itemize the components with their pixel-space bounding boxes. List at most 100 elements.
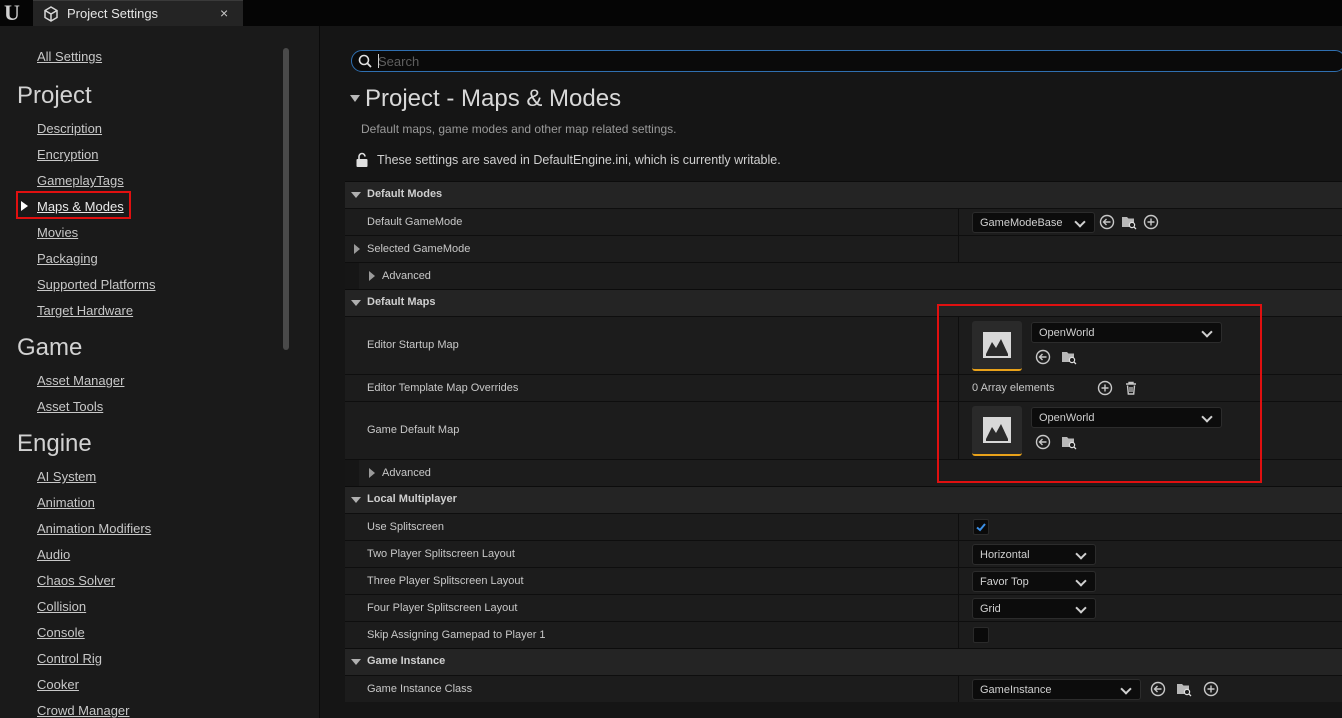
section-game-instance[interactable]: Game Instance [345, 648, 1342, 675]
search-input[interactable] [378, 52, 1278, 70]
use-selected-arrow-icon[interactable] [1099, 214, 1115, 230]
column-divider [958, 209, 959, 235]
two-player-layout-dropdown[interactable]: Horizontal [972, 544, 1096, 565]
sidebar-heading-project: Project [17, 82, 92, 109]
property-label: Advanced [382, 270, 431, 282]
expand-triangle-icon [369, 468, 375, 478]
checkmark-icon [976, 523, 986, 532]
property-label: Advanced [382, 467, 431, 479]
tab-bar: U Project Settings × [0, 0, 1342, 27]
property-label: Editor Template Map Overrides [367, 382, 519, 394]
unlock-icon[interactable] [355, 152, 369, 168]
chevron-down-icon [1120, 683, 1132, 695]
expand-triangle-icon [351, 192, 361, 198]
property-label: Use Splitscreen [367, 521, 445, 533]
row-selected-gamemode[interactable]: Selected GameMode [345, 235, 1342, 262]
sidebar-item-supported-platforms[interactable]: Supported Platforms [37, 277, 156, 292]
expand-triangle-icon [351, 497, 361, 503]
chevron-down-icon [1075, 602, 1087, 614]
sidebar-scrollbar[interactable] [283, 48, 289, 350]
row-default-gamemode: Default GameMode GameModeBase [345, 208, 1342, 235]
row-two-player-splitscreen: Two Player Splitscreen Layout Horizontal [345, 540, 1342, 567]
row-game-instance-class: Game Instance Class GameInstance [345, 675, 1342, 702]
expand-triangle-icon [351, 659, 361, 665]
chevron-down-icon [1075, 575, 1087, 587]
three-player-layout-dropdown[interactable]: Favor Top [972, 571, 1096, 592]
settings-sidebar: All Settings Project Description Encrypt… [0, 26, 320, 718]
row-four-player-splitscreen: Four Player Splitscreen Layout Grid [345, 594, 1342, 621]
highlight-box-default-maps [937, 304, 1262, 483]
sidebar-item-animation[interactable]: Animation [37, 495, 95, 510]
property-label: Game Instance Class [367, 683, 473, 695]
column-divider [958, 622, 959, 648]
sidebar-item-chaos-solver[interactable]: Chaos Solver [37, 573, 115, 588]
row-advanced-default-modes[interactable]: Advanced [345, 262, 1342, 289]
property-label: Four Player Splitscreen Layout [367, 602, 518, 614]
sidebar-item-asset-manager[interactable]: Asset Manager [37, 373, 124, 388]
column-divider [958, 676, 959, 702]
use-splitscreen-checkbox[interactable] [973, 519, 989, 535]
section-default-modes[interactable]: Default Modes [345, 181, 1342, 208]
sidebar-item-cooker[interactable]: Cooker [37, 677, 79, 692]
indent-gutter [345, 263, 359, 289]
close-icon[interactable]: × [220, 5, 228, 21]
sidebar-item-ai-system[interactable]: AI System [37, 469, 96, 484]
highlight-box-maps-and-modes [16, 191, 131, 219]
use-selected-arrow-icon[interactable] [1150, 681, 1166, 697]
search-box[interactable] [351, 50, 1342, 72]
search-icon [358, 54, 372, 68]
browse-folder-icon[interactable] [1121, 214, 1137, 230]
sidebar-item-crowd-manager[interactable]: Crowd Manager [37, 703, 130, 718]
game-instance-class-dropdown[interactable]: GameInstance [972, 679, 1141, 700]
property-label: Game Default Map [367, 424, 460, 436]
property-label: Editor Startup Map [367, 339, 459, 351]
sidebar-heading-engine: Engine [17, 430, 92, 457]
section-title: Default Modes [367, 188, 443, 200]
section-local-multiplayer[interactable]: Local Multiplayer [345, 486, 1342, 513]
row-three-player-splitscreen: Three Player Splitscreen Layout Favor To… [345, 567, 1342, 594]
collapse-triangle-icon[interactable] [350, 95, 360, 102]
sidebar-item-animation-modifiers[interactable]: Animation Modifiers [37, 521, 151, 536]
sidebar-item-movies[interactable]: Movies [37, 225, 78, 240]
row-skip-assigning-gamepad: Skip Assigning Gamepad to Player 1 [345, 621, 1342, 648]
four-player-layout-dropdown[interactable]: Grid [972, 598, 1096, 619]
text-caret [378, 54, 379, 68]
add-new-icon[interactable] [1203, 681, 1219, 697]
expand-triangle-icon [354, 244, 360, 254]
tab-title: Project Settings [67, 6, 159, 21]
add-new-icon[interactable] [1143, 214, 1159, 230]
column-divider [958, 595, 959, 621]
unreal-logo-icon[interactable]: U [4, 1, 30, 25]
sidebar-item-all-settings[interactable]: All Settings [37, 49, 102, 64]
property-label: Selected GameMode [367, 243, 471, 255]
section-title: Game Instance [367, 655, 446, 667]
column-divider [958, 541, 959, 567]
expand-triangle-icon [369, 271, 375, 281]
page-title: Project - Maps & Modes [365, 85, 622, 112]
config-save-note: These settings are saved in DefaultEngin… [377, 153, 781, 167]
sidebar-item-gameplaytags[interactable]: GameplayTags [37, 173, 124, 188]
sidebar-item-target-hardware[interactable]: Target Hardware [37, 303, 133, 318]
sidebar-heading-game: Game [17, 334, 83, 361]
expand-triangle-icon [351, 300, 361, 306]
sidebar-item-packaging[interactable]: Packaging [37, 251, 98, 266]
skip-gamepad-checkbox[interactable] [973, 627, 989, 643]
sidebar-item-description[interactable]: Description [37, 121, 102, 136]
default-gamemode-dropdown[interactable]: GameModeBase [972, 212, 1095, 233]
sidebar-item-control-rig[interactable]: Control Rig [37, 651, 102, 666]
sidebar-item-asset-tools[interactable]: Asset Tools [37, 399, 103, 414]
property-label: Three Player Splitscreen Layout [367, 575, 524, 587]
settings-cube-icon [44, 6, 58, 22]
browse-folder-icon[interactable] [1176, 681, 1192, 697]
dropdown-value: Favor Top [980, 576, 1029, 588]
dropdown-value: GameModeBase [980, 217, 1063, 229]
section-title: Local Multiplayer [367, 493, 457, 505]
tab-project-settings[interactable]: Project Settings × [33, 0, 243, 27]
sidebar-item-encryption[interactable]: Encryption [37, 147, 98, 162]
sidebar-item-console[interactable]: Console [37, 625, 85, 640]
sidebar-item-collision[interactable]: Collision [37, 599, 86, 614]
sidebar-item-audio[interactable]: Audio [37, 547, 70, 562]
dropdown-value: Horizontal [980, 549, 1030, 561]
property-label: Skip Assigning Gamepad to Player 1 [367, 629, 546, 641]
chevron-down-icon [1074, 216, 1086, 228]
